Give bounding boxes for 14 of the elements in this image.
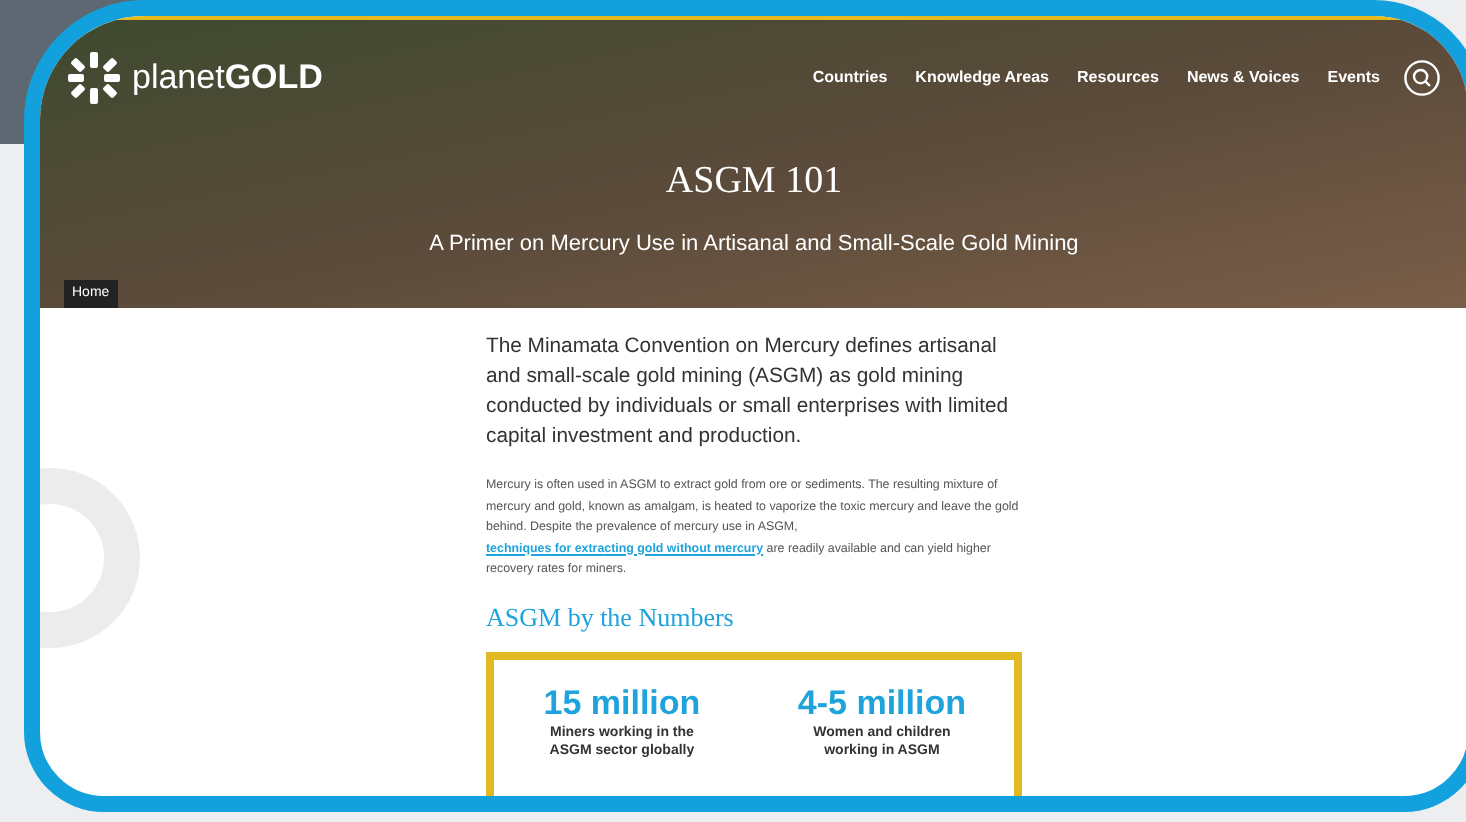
search-icon[interactable] bbox=[1404, 60, 1440, 96]
page-title: ASGM 101 bbox=[665, 158, 843, 206]
stat-value: 4-5 million bbox=[797, 684, 966, 724]
nav-link[interactable]: News & Voices bbox=[1186, 66, 1300, 90]
nav-link[interactable]: Knowledge Areas bbox=[915, 66, 1050, 90]
stat-value: 15 million bbox=[543, 684, 701, 724]
nav-link[interactable]: Events bbox=[1327, 66, 1380, 90]
page-subtitle: A Primer on Mercury Use in Artisanal and Small-Scale Gold Mining bbox=[429, 229, 1079, 259]
section-heading: ASGM by the Numbers bbox=[486, 599, 736, 636]
intro-paragraph: The Minamata Convention on Mercury defines artisanal and small-scale gold mining (ASGM) as gold mining conducted by individuals or small enterprises with limited capital investment and production. bbox=[486, 334, 1011, 452]
logo-icon bbox=[68, 52, 120, 104]
nav-link[interactable]: Countries bbox=[812, 66, 888, 90]
nav-link[interactable]: Resources bbox=[1077, 66, 1159, 90]
logo-text[interactable]: planetGOLD bbox=[132, 52, 323, 104]
